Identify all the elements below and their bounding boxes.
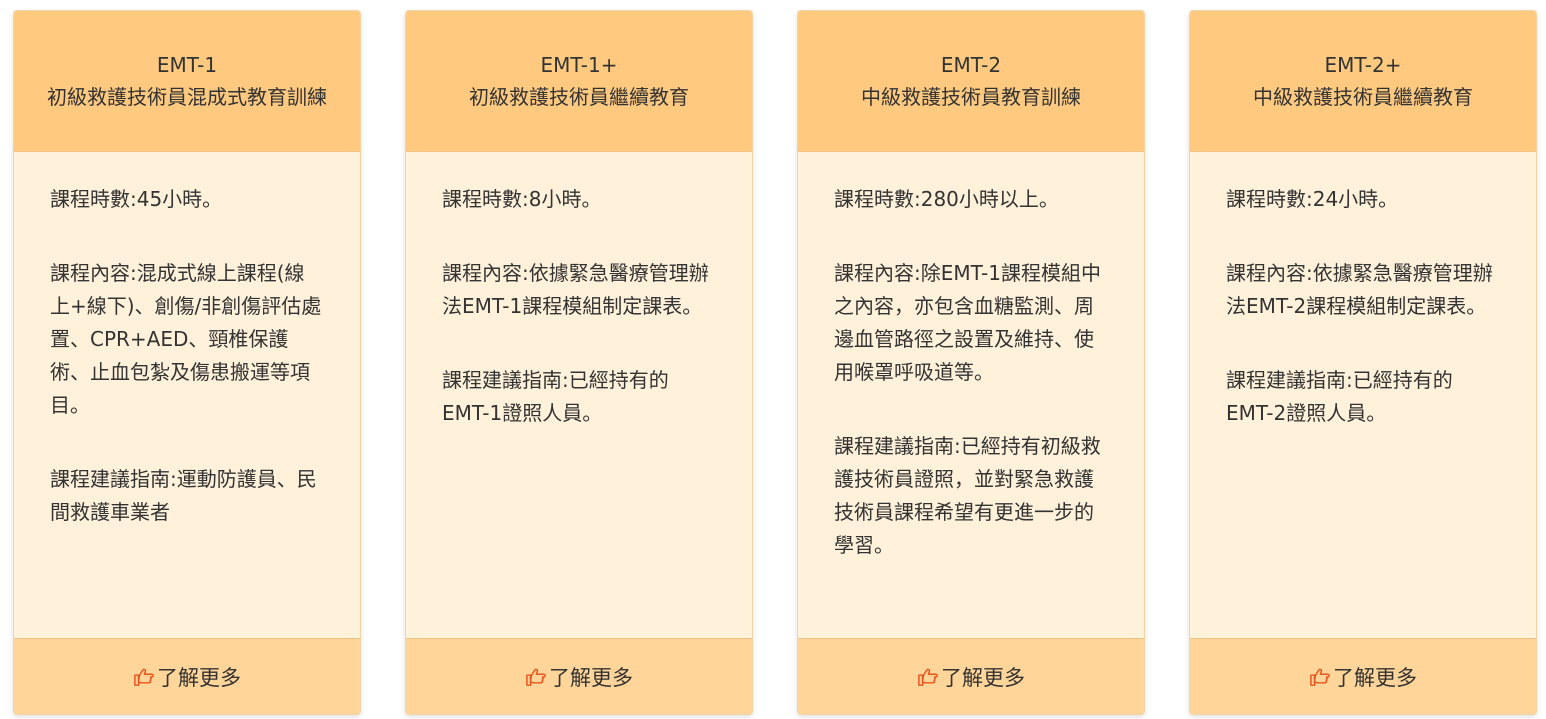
course-content: 課程內容:依據緊急醫療管理辦法EMT-2課程模組制定課表。 (1226, 261, 1493, 318)
learn-more-label: 了解更多 (549, 665, 633, 690)
card-body: 課程時數:45小時。 課程內容:混成式線上課程(線上+線下)、創傷/非創傷評估處… (14, 153, 360, 638)
learn-more-label: 了解更多 (1333, 665, 1417, 690)
learn-more-button[interactable]: 了解更多 (14, 638, 360, 714)
course-cards: EMT-1 初級救護技術員混成式教育訓練 課程時數:45小時。 課程內容:混成式… (0, 0, 1546, 719)
card-body: 課程時數:24小時。 課程內容:依據緊急醫療管理辦法EMT-2課程模組制定課表。… (1190, 153, 1536, 638)
course-card-emt-2: EMT-2 中級救護技術員教育訓練 課程時數:280小時以上。 課程內容:除EM… (797, 10, 1145, 715)
course-guide: 課程建議指南:已經持有的EMT-2證照人員。 (1226, 368, 1453, 425)
card-header: EMT-2 中級救護技術員教育訓練 (798, 11, 1144, 152)
course-code: EMT-2 (940, 53, 1002, 77)
course-card-emt-2-plus: EMT-2+ 中級救護技術員繼續教育 課程時數:24小時。 課程內容:依據緊急醫… (1189, 10, 1537, 715)
course-code: EMT-2+ (1324, 53, 1402, 77)
course-code: EMT-1 (156, 53, 218, 77)
course-title: 中級救護技術員教育訓練 (861, 85, 1081, 109)
course-title: 中級救護技術員繼續教育 (1253, 85, 1473, 109)
hand-pointing-right-icon (134, 668, 154, 686)
learn-more-button[interactable]: 了解更多 (406, 638, 752, 714)
card-header: EMT-2+ 中級救護技術員繼續教育 (1190, 11, 1536, 152)
card-header: EMT-1+ 初級救護技術員繼續教育 (406, 11, 752, 152)
course-title: 初級救護技術員混成式教育訓練 (47, 85, 327, 109)
course-hours: 課程時數:280小時以上。 (834, 187, 1059, 211)
course-code: EMT-1+ (540, 53, 618, 77)
course-guide: 課程建議指南:運動防護員、民間救護車業者 (50, 467, 317, 524)
learn-more-button[interactable]: 了解更多 (798, 638, 1144, 714)
learn-more-label: 了解更多 (157, 665, 241, 690)
card-body: 課程時數:8小時。 課程內容:依據緊急醫療管理辦法EMT-1課程模組制定課表。 … (406, 153, 752, 638)
hand-pointing-right-icon (1310, 668, 1330, 686)
course-title: 初級救護技術員繼續教育 (469, 85, 689, 109)
course-guide: 課程建議指南:已經持有初級救護技術員證照，並對緊急救護技術員課程希望有更進一步的… (834, 434, 1101, 557)
course-card-emt-1: EMT-1 初級救護技術員混成式教育訓練 課程時數:45小時。 課程內容:混成式… (13, 10, 361, 715)
learn-more-button[interactable]: 了解更多 (1190, 638, 1536, 714)
course-card-emt-1-plus: EMT-1+ 初級救護技術員繼續教育 課程時數:8小時。 課程內容:依據緊急醫療… (405, 10, 753, 715)
course-guide: 課程建議指南:已經持有的EMT-1證照人員。 (442, 368, 669, 425)
course-content: 課程內容:混成式線上課程(線上+線下)、創傷/非創傷評估處置、CPR+AED、頸… (50, 261, 322, 417)
hand-pointing-right-icon (526, 668, 546, 686)
course-hours: 課程時數:45小時。 (50, 187, 223, 211)
card-header: EMT-1 初級救護技術員混成式教育訓練 (14, 11, 360, 152)
learn-more-label: 了解更多 (941, 665, 1025, 690)
course-hours: 課程時數:8小時。 (442, 187, 602, 211)
course-content: 課程內容:依據緊急醫療管理辦法EMT-1課程模組制定課表。 (442, 261, 709, 318)
course-content: 課程內容:除EMT-1課程模組中之內容，亦包含血糖監測、周邊血管路徑之設置及維持… (834, 261, 1101, 384)
card-body: 課程時數:280小時以上。 課程內容:除EMT-1課程模組中之內容，亦包含血糖監… (798, 153, 1144, 638)
hand-pointing-right-icon (918, 668, 938, 686)
course-hours: 課程時數:24小時。 (1226, 187, 1399, 211)
